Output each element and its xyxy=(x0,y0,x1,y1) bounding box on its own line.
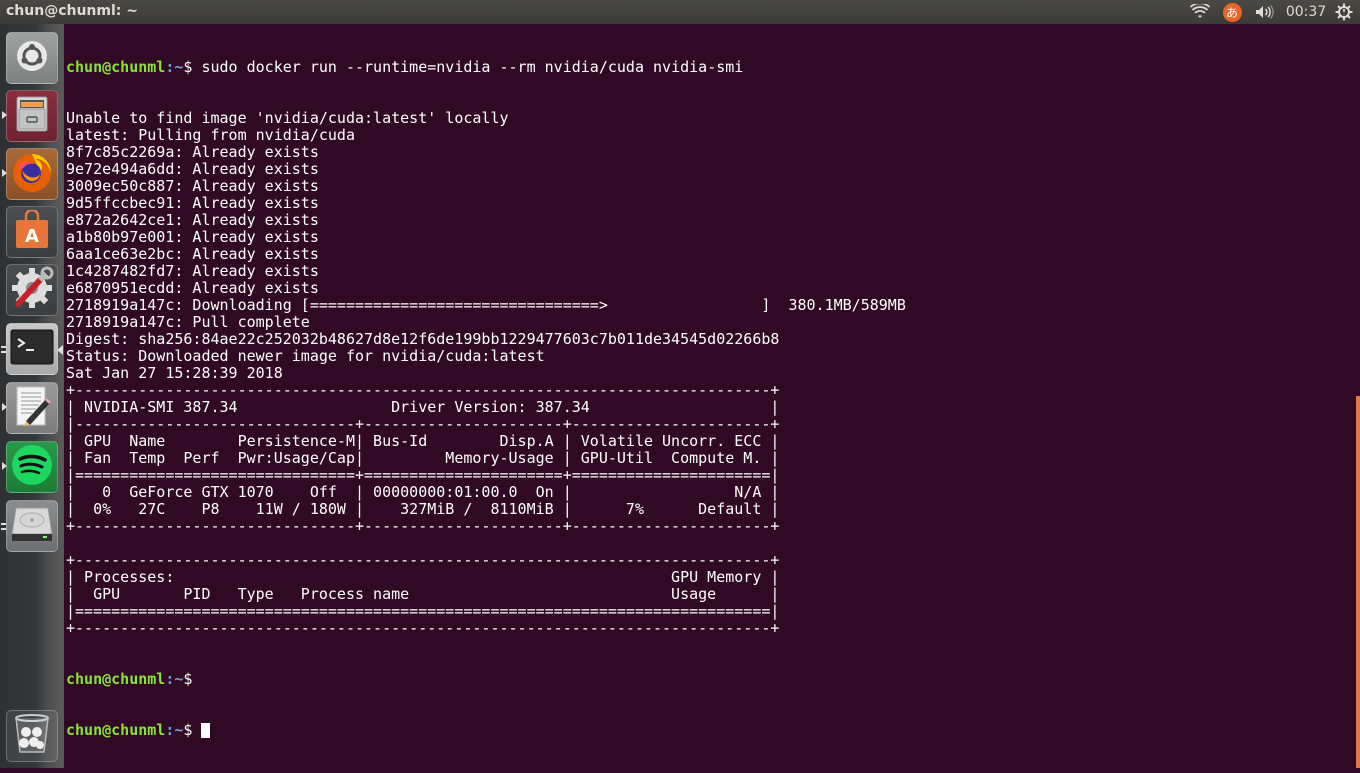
output-line: Digest: sha256:84ae22c252032b48627d8e12f… xyxy=(66,330,780,348)
gear-wrench-icon xyxy=(10,266,54,314)
output-line: +---------------------------------------… xyxy=(66,619,780,637)
wifi-icon[interactable] xyxy=(1188,2,1212,22)
launcher-item-system-settings[interactable] xyxy=(6,264,58,316)
scrollbar[interactable] xyxy=(1356,396,1360,768)
file-cabinet-icon xyxy=(14,95,50,137)
firefox-icon xyxy=(10,150,54,198)
prompt-line-active[interactable]: chun@chunml:~$ xyxy=(66,722,906,739)
output-line: Sat Jan 27 15:28:39 2018 xyxy=(66,364,283,382)
launcher-item-spotify[interactable] xyxy=(2,441,58,493)
prompt-symbol: $ xyxy=(183,721,193,739)
power-gear-icon[interactable] xyxy=(1333,2,1355,22)
command-line: chun@chunml:~$ sudo docker run --runtime… xyxy=(66,59,906,76)
output-line: e6870951ecdd: Already exists xyxy=(66,279,319,297)
launcher-item-ubuntu-dash[interactable] xyxy=(6,32,58,84)
prompt-user-host: chun@chunml xyxy=(66,721,166,739)
output-line: 3009ec50c887: Already exists xyxy=(66,177,319,195)
prompt-path: :~ xyxy=(165,721,184,739)
input-method-icon[interactable]: あ xyxy=(1220,2,1244,22)
terminal-window[interactable]: chun@chunml:~$ sudo docker run --runtime… xyxy=(64,24,1360,768)
output-line: |===============================+=======… xyxy=(66,466,780,484)
output-line: +-------------------------------+-------… xyxy=(66,517,780,535)
launcher-item-files[interactable] xyxy=(2,90,58,142)
clock[interactable]: 00:37 xyxy=(1286,2,1326,22)
window-title: chun@chunml: ~ xyxy=(6,3,138,19)
launcher-item-ubuntu-software[interactable]: A xyxy=(6,206,58,258)
prompt-user-host: chun@chunml xyxy=(66,58,166,76)
output-line: +---------------------------------------… xyxy=(66,381,780,399)
launcher-item-trash[interactable] xyxy=(6,710,58,762)
svg-text:A: A xyxy=(25,226,39,247)
output-line: | NVIDIA-SMI 387.34 Driver Version: 387.… xyxy=(66,398,780,416)
output-line: 2718919a147c: Downloading [=============… xyxy=(66,296,906,314)
output-lines: Unable to find image 'nvidia/cuda:latest… xyxy=(66,110,906,637)
volume-icon[interactable] xyxy=(1252,2,1276,22)
running-indicator xyxy=(2,403,7,411)
output-line: +---------------------------------------… xyxy=(66,551,780,569)
output-line: latest: Pulling from nvidia/cuda xyxy=(66,126,355,144)
shopping-bag-icon: A xyxy=(12,208,52,254)
prompt-symbol: $ xyxy=(183,670,193,688)
top-panel: chun@chunml: ~ あ 00:37 xyxy=(0,0,1360,24)
launcher-item-text-editor[interactable] xyxy=(2,382,58,434)
output-line: 9d5ffccbec91: Already exists xyxy=(66,194,319,212)
output-line: 6aa1ce63e2bc: Already exists xyxy=(66,245,319,263)
spotify-icon xyxy=(10,443,54,491)
output-line: e872a2642ce1: Already exists xyxy=(66,211,319,229)
prompt-path: :~ xyxy=(165,58,184,76)
output-line: | 0% 27C P8 11W / 180W | 327MiB / 8110Mi… xyxy=(66,500,780,518)
output-line: | 0 GeForce GTX 1070 Off | 00000000:01:0… xyxy=(66,483,780,501)
running-indicator xyxy=(1,523,6,530)
output-line: 9e72e494a6dd: Already exists xyxy=(66,160,319,178)
output-line: Unable to find image 'nvidia/cuda:latest… xyxy=(66,109,509,127)
text-editor-icon xyxy=(12,385,52,431)
focused-indicator xyxy=(57,345,63,355)
terminal-output: chun@chunml:~$ sudo docker run --runtime… xyxy=(66,25,906,773)
running-indicator xyxy=(2,462,7,470)
output-line: 2718919a147c: Pull complete xyxy=(66,313,310,331)
text-cursor xyxy=(201,723,211,738)
terminal-icon xyxy=(10,329,54,369)
output-line: Status: Downloaded newer image for nvidi… xyxy=(66,347,545,365)
hard-drive-icon xyxy=(10,504,54,548)
running-indicator xyxy=(1,346,6,353)
output-line: 8f7c85c2269a: Already exists xyxy=(66,143,319,161)
output-line: | GPU PID Type Process name Usage | xyxy=(66,585,780,603)
output-line: | Processes: GPU Memory | xyxy=(66,568,780,586)
prompt-user-host: chun@chunml xyxy=(66,670,166,688)
command-text: sudo docker run --runtime=nvidia --rm nv… xyxy=(192,58,744,76)
output-line: a1b80b97e001: Already exists xyxy=(66,228,319,246)
launcher: A xyxy=(0,24,64,768)
launcher-item-terminal[interactable] xyxy=(1,323,63,375)
output-line: |=======================================… xyxy=(66,602,780,620)
trash-icon xyxy=(12,712,52,760)
running-indicator xyxy=(2,111,7,119)
ubuntu-logo-icon xyxy=(15,39,49,77)
output-line: | Fan Temp Perf Pwr:Usage/Cap| Memory-Us… xyxy=(66,449,780,467)
running-indicator xyxy=(2,169,7,177)
input-method-badge: あ xyxy=(1222,2,1242,22)
output-line: 1c4287482fd7: Already exists xyxy=(66,262,319,280)
output-line: |-------------------------------+-------… xyxy=(66,415,780,433)
prompt-line: chun@chunml:~$ xyxy=(66,671,906,688)
output-line: | GPU Name Persistence-M| Bus-Id Disp.A … xyxy=(66,432,780,450)
prompt-path: :~ xyxy=(165,670,184,688)
launcher-item-firefox[interactable] xyxy=(2,148,58,200)
launcher-item-disk[interactable] xyxy=(1,500,58,552)
